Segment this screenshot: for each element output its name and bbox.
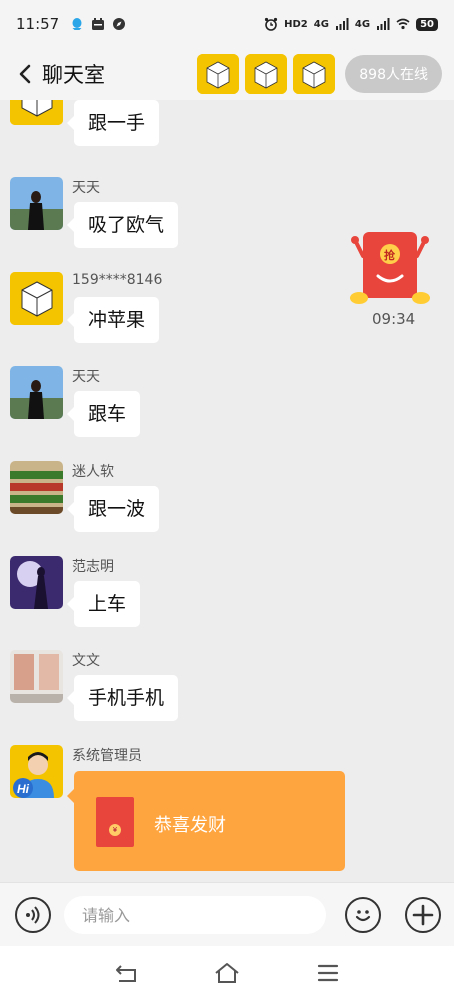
emoji-button[interactable] [345, 897, 381, 933]
sender-name: 范志明 [72, 559, 114, 575]
recents-nav-button[interactable] [315, 960, 341, 986]
wifi-icon [396, 18, 410, 30]
menu-icon [317, 964, 339, 982]
chat-message-list[interactable]: 跟一手 天天 吸了欧气 159****8146 冲苹果 天天 跟车 迷人软 跟一… [0, 100, 454, 882]
sender-name: 系统管理员 [72, 748, 142, 764]
message-bubble[interactable]: 跟一手 [66, 100, 160, 146]
sender-name: 159****8146 [72, 272, 163, 288]
red-packet-time: 09:34 [372, 310, 416, 328]
user-photo-avatar[interactable] [10, 366, 63, 419]
sender-name: 天天 [72, 180, 100, 196]
message-bubble[interactable]: 上车 [66, 581, 141, 627]
chat-message: Hi 系统管理员 ¥ 恭喜发财 [10, 745, 350, 875]
signal-bars-icon [335, 18, 349, 30]
chat-message: 跟一手 [10, 100, 310, 152]
input-bar [0, 882, 454, 946]
voice-icon [26, 906, 40, 924]
hi-avatar[interactable]: Hi [10, 745, 63, 798]
message-input[interactable] [64, 896, 326, 934]
back-arrow-icon [116, 965, 136, 982]
calendar-notification-icon [92, 18, 105, 30]
box-avatar[interactable] [10, 100, 63, 125]
user-photo-avatar[interactable] [10, 650, 63, 703]
home-icon [215, 963, 239, 983]
chat-message: 159****8146 冲苹果 [10, 272, 310, 352]
plus-icon [412, 904, 434, 926]
back-nav-button[interactable] [114, 960, 140, 986]
member-avatar-3[interactable] [293, 54, 336, 94]
chat-message: 天天 跟车 [10, 366, 310, 446]
coin-icon: ¥ [109, 824, 121, 836]
online-count-button[interactable]: 898人在线 [345, 55, 442, 93]
alarm-icon [264, 17, 278, 31]
system-nav-bar [0, 946, 454, 1000]
sender-name: 天天 [72, 369, 100, 385]
status-bar: 11:57 HD2 4G 4G 50 [0, 0, 454, 48]
message-bubble[interactable]: 跟一波 [66, 486, 160, 532]
red-packet-message[interactable]: ¥ 恭喜发财 [67, 771, 345, 871]
message-bubble[interactable]: 跟车 [66, 391, 141, 437]
compass-notification-icon [113, 18, 126, 30]
page-title: 聊天室 [42, 63, 105, 87]
user-photo-avatar[interactable] [10, 556, 63, 609]
user-photo-avatar[interactable] [10, 461, 63, 514]
signal-4g-1: 4G [313, 18, 329, 30]
chat-message: 天天 吸了欧气 [10, 177, 310, 257]
home-nav-button[interactable] [214, 960, 240, 986]
grab-label: 抢 [384, 248, 396, 262]
back-icon[interactable] [18, 63, 40, 85]
voice-input-button[interactable] [15, 897, 51, 933]
message-bubble[interactable]: 手机手机 [66, 675, 179, 721]
smiley-icon [355, 910, 371, 922]
hd-indicator: HD2 [284, 18, 308, 30]
message-bubble[interactable]: 冲苹果 [66, 297, 160, 343]
member-avatar-1[interactable] [197, 54, 240, 94]
message-bubble[interactable]: 吸了欧气 [66, 202, 179, 248]
more-actions-button[interactable] [405, 897, 441, 933]
status-time: 11:57 [16, 15, 60, 33]
signal-4g-2: 4G [354, 18, 371, 30]
signal-bars-icon-2 [377, 18, 390, 30]
sender-name: 迷人软 [72, 464, 114, 480]
red-envelope-icon: ¥ [96, 797, 134, 847]
user-photo-avatar[interactable] [10, 177, 63, 230]
floating-red-packet[interactable]: 抢 [345, 228, 435, 308]
sender-name: 文文 [72, 653, 100, 669]
box-avatar[interactable] [10, 272, 63, 325]
svg-text:Hi: Hi [17, 782, 30, 796]
chat-message: 迷人软 跟一波 [10, 461, 310, 541]
qq-notification-icon [72, 18, 82, 30]
battery-indicator: 50 [416, 17, 438, 31]
chat-message: 范志明 上车 [10, 556, 310, 636]
red-packet-greeting: 恭喜发财 [154, 815, 226, 836]
chat-header: 聊天室 898人在线 [0, 48, 454, 100]
member-avatar-2[interactable] [245, 54, 288, 94]
chat-message: 文文 手机手机 [10, 650, 310, 730]
